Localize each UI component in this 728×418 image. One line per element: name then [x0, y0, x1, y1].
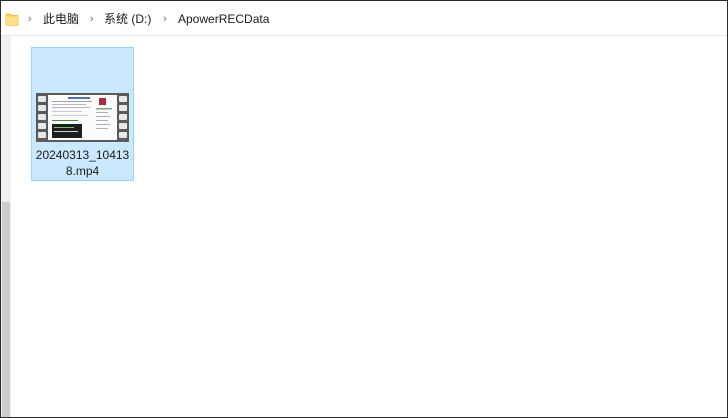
- breadcrumb-chevron-icon[interactable]: ›: [163, 11, 167, 27]
- address-bar[interactable]: › 此电脑 › 系统 (D:) › ApowerRECData: [1, 1, 727, 36]
- breadcrumb-chevron-icon[interactable]: ›: [28, 11, 32, 27]
- folder-icon: [5, 13, 19, 26]
- file-list-area[interactable]: 20240313_104138.mp4: [12, 36, 727, 417]
- film-strip-right: [119, 96, 127, 139]
- breadcrumb-item-drive-d[interactable]: 系统 (D:): [104, 11, 151, 27]
- breadcrumb-item-this-pc[interactable]: 此电脑: [43, 11, 79, 27]
- explorer-window: › 此电脑 › 系统 (D:) › ApowerRECData 20240313…: [0, 0, 728, 418]
- file-item-video[interactable]: 20240313_104138.mp4: [31, 47, 134, 181]
- file-name-label: 20240313_104138.mp4: [35, 148, 130, 178]
- breadcrumb-item-apowerrecdata[interactable]: ApowerRECData: [178, 11, 269, 27]
- breadcrumb-chevron-icon[interactable]: ›: [90, 11, 94, 27]
- film-strip-left: [38, 96, 46, 139]
- navigation-pane-scrollbar[interactable]: [1, 36, 11, 417]
- scrollbar-thumb[interactable]: [2, 202, 10, 417]
- video-file-icon: [36, 93, 129, 142]
- video-thumbnail: [48, 95, 117, 140]
